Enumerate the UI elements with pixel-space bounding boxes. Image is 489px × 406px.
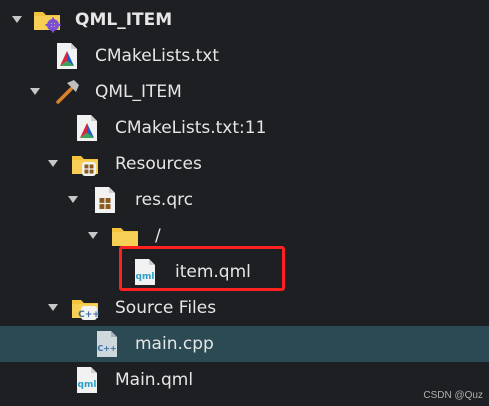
qrc-file-icon	[90, 185, 120, 215]
expand-arrow-icon[interactable]	[30, 88, 40, 95]
tree-label-resources: Resources	[115, 154, 202, 174]
hammer-icon	[52, 77, 82, 107]
expand-arrow-icon[interactable]	[68, 196, 78, 203]
tree-row-source-files[interactable]: C++ Source Files	[0, 290, 489, 326]
tree-row-root[interactable]: QML_ITEM	[0, 2, 489, 38]
svg-text:qml: qml	[78, 380, 97, 390]
tree-row-main-cpp[interactable]: C++ main.cpp	[0, 326, 489, 362]
cpp-file-icon: C++	[92, 329, 122, 359]
tree-label-source-files: Source Files	[115, 298, 217, 318]
resources-folder-icon	[70, 149, 100, 179]
cmake-file-icon	[72, 113, 102, 143]
tree-label-main-qml: Main.qml	[115, 370, 194, 390]
expand-arrow-icon[interactable]	[88, 232, 98, 239]
cmake-file-icon	[52, 41, 82, 71]
highlight-annotation-box	[119, 246, 285, 291]
tree-label-res-qrc: res.qrc	[135, 190, 194, 210]
expand-arrow-icon[interactable]	[48, 160, 58, 167]
tree-row-cmake-project[interactable]: CMakeLists.txt:11	[0, 110, 489, 146]
tree-label-cmake-project: CMakeLists.txt:11	[115, 118, 267, 138]
expand-arrow-icon[interactable]	[48, 304, 58, 311]
tree-row-main-qml[interactable]: qml Main.qml	[0, 362, 489, 398]
project-tree: QML_ITEM CMakeLists.txt QML_ITEM CMakeLi…	[0, 0, 489, 406]
tree-row-cmake-root[interactable]: CMakeLists.txt	[0, 38, 489, 74]
project-folder-gear-icon	[32, 5, 62, 35]
tree-row-resources[interactable]: Resources	[0, 146, 489, 182]
tree-label-project: QML_ITEM	[95, 82, 182, 102]
svg-text:C++: C++	[97, 344, 116, 353]
svg-text:C++: C++	[78, 310, 100, 320]
tree-label-cmake-root: CMakeLists.txt	[95, 46, 220, 66]
watermark: CSDN @Quz	[423, 390, 483, 401]
tree-label-main-cpp: main.cpp	[135, 334, 214, 354]
tree-label-root: QML_ITEM	[75, 10, 173, 30]
expand-arrow-icon[interactable]	[12, 16, 22, 23]
qml-file-icon: qml	[72, 365, 102, 395]
tree-row-project[interactable]: QML_ITEM	[0, 74, 489, 110]
tree-row-res-qrc[interactable]: res.qrc	[0, 182, 489, 218]
tree-label-slash-folder: /	[155, 226, 161, 246]
source-folder-cpp-icon: C++	[70, 293, 100, 323]
